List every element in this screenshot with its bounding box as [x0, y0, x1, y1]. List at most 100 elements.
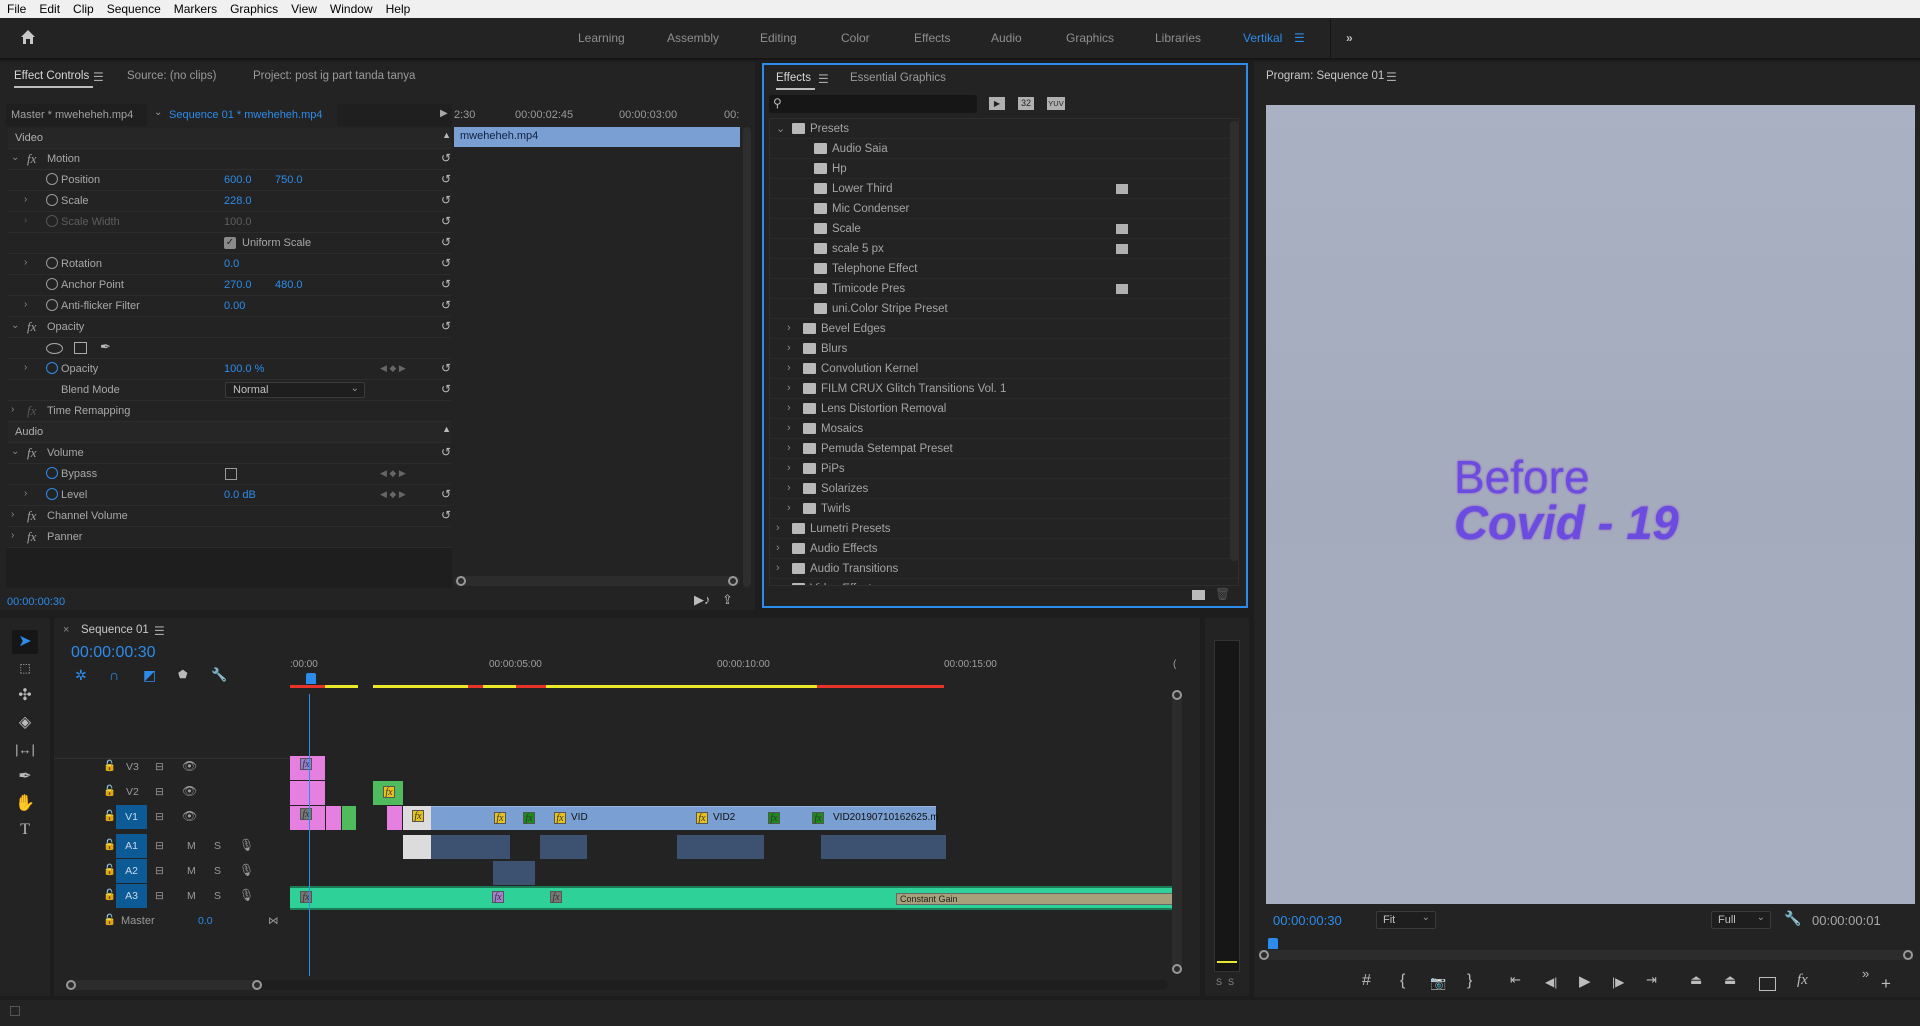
more-controls-icon[interactable]: » [1862, 966, 1869, 981]
add-button-icon[interactable]: + [1881, 974, 1891, 994]
close-tab-icon[interactable]: × [63, 624, 69, 636]
stopwatch-icon[interactable] [46, 488, 58, 500]
selection-tool-icon[interactable]: ➤ [12, 630, 38, 654]
position-y-value[interactable]: 750.0 [275, 174, 303, 186]
fx-icon[interactable]: fx [27, 508, 36, 524]
keyframe-nav-icon[interactable]: ◀ ◆ ▶ [380, 363, 406, 374]
effects-tree-item[interactable]: › Lumetri Presets [770, 519, 1238, 539]
track-target-a2[interactable]: A2 [116, 859, 147, 883]
vertical-scrollbar[interactable] [743, 127, 751, 587]
keyframe-nav-icon[interactable]: ◀ ◆ ▶ [380, 468, 406, 479]
chevron-right-icon[interactable]: › [787, 382, 791, 394]
hand-tool-icon[interactable]: ✋ [12, 792, 38, 816]
workspace-learning[interactable]: Learning [578, 31, 625, 45]
menu-file[interactable]: File [0, 2, 32, 16]
keyframe-nav-icon[interactable]: ◀ ◆ ▶ [380, 489, 406, 500]
mute-button[interactable]: M [187, 840, 196, 852]
rectangle-mask-icon[interactable] [74, 342, 87, 354]
clip-v2-pink[interactable] [310, 781, 325, 805]
effects-tree-item[interactable]: Telephone Effect [770, 259, 1238, 279]
menu-view[interactable]: View [284, 2, 323, 16]
tab-effect-controls[interactable]: Effect Controls [14, 70, 94, 88]
program-scrub-bar[interactable] [1259, 950, 1913, 960]
track-area[interactable]: fx fx fx fx fx fx fx VID fx VID2 fx fx V… [290, 755, 1174, 977]
collapse-tracks-icon[interactable]: ⋈ [268, 915, 279, 927]
mark-in-icon[interactable]: { [1400, 972, 1405, 990]
effects-tree-item[interactable]: › Solarizes [770, 479, 1238, 499]
effects-tree-item[interactable]: › PiPs [770, 459, 1238, 479]
menu-window[interactable]: Window [323, 2, 379, 16]
clip-v2-green[interactable]: fx [373, 781, 403, 805]
effects-tree-item[interactable]: Scale [770, 219, 1238, 239]
master-volume-value[interactable]: 0.0 [198, 915, 213, 927]
timeline-horizontal-scrollbar[interactable] [66, 980, 1168, 990]
more-workspaces-icon[interactable]: » [1346, 31, 1353, 45]
chevron-down-icon[interactable]: ⌄ [776, 122, 785, 135]
stopwatch-icon[interactable] [46, 257, 58, 269]
pen-mask-icon[interactable]: ✒ [100, 339, 111, 355]
panel-menu-icon[interactable]: ☰ [154, 624, 165, 638]
volume-effect[interactable]: ⌄ fx Volume ↺ [8, 443, 451, 464]
mini-timeline-ruler[interactable]: 2:30 00:00:02:45 00:00:03:00 00: [454, 104, 740, 126]
level-value[interactable]: 0.0 dB [224, 489, 256, 501]
track-select-tool-icon[interactable]: ⬚ [12, 656, 38, 680]
reset-icon[interactable]: ↺ [441, 172, 451, 186]
add-marker-icon[interactable]: ⬟ [178, 668, 188, 681]
workspace-color[interactable]: Color [841, 31, 870, 45]
reset-icon[interactable]: ↺ [441, 487, 451, 501]
panel-menu-icon[interactable]: ☰ [1386, 70, 1397, 84]
step-forward-icon[interactable]: |▶ [1612, 975, 1624, 989]
effects-tree-item[interactable]: Timicode Pres [770, 279, 1238, 299]
sync-lock-icon[interactable]: ⊟ [155, 865, 164, 877]
ellipse-mask-icon[interactable] [46, 343, 63, 354]
position-x-value[interactable]: 600.0 [224, 174, 252, 186]
microphone-icon[interactable]: 🎙 [239, 888, 254, 902]
reset-icon[interactable]: ↺ [441, 298, 451, 312]
sync-lock-icon[interactable]: ⊟ [155, 890, 164, 902]
stopwatch-icon[interactable] [46, 278, 58, 290]
track-target-a1[interactable]: A1 [116, 834, 147, 858]
chevron-right-icon[interactable]: › [787, 482, 791, 494]
bypass-checkbox[interactable] [225, 468, 237, 480]
chevron-right-icon[interactable]: › [776, 522, 780, 534]
reset-icon[interactable]: ↺ [441, 508, 451, 522]
reset-icon[interactable]: ↺ [441, 256, 451, 270]
clip-v1-pink[interactable]: fx [290, 806, 325, 830]
rotation-value[interactable]: 0.0 [224, 258, 239, 270]
stopwatch-icon[interactable] [46, 362, 58, 374]
clip-a1-audio[interactable] [431, 835, 510, 859]
effects-tree-item[interactable]: Mic Condenser [770, 199, 1238, 219]
wrench-icon[interactable]: 🔧 [1784, 910, 1801, 927]
chevron-right-icon[interactable]: › [776, 542, 780, 554]
clip-a1-audio[interactable] [821, 835, 946, 859]
timeline-vertical-scrollbar[interactable] [1172, 690, 1182, 974]
menu-edit[interactable]: Edit [32, 2, 66, 16]
sync-lock-icon[interactable]: ⊟ [155, 840, 164, 852]
razor-tool-icon[interactable]: ◈ [12, 711, 38, 735]
program-monitor-title[interactable]: Program: Sequence 01 [1266, 70, 1384, 82]
microphone-icon[interactable]: 🎙 [239, 863, 254, 877]
menu-graphics[interactable]: Graphics [223, 2, 284, 16]
sync-lock-icon[interactable]: ⊟ [155, 786, 164, 798]
effects-tree-item[interactable]: › Blurs [770, 339, 1238, 359]
workspace-audio[interactable]: Audio [991, 31, 1022, 45]
lock-icon[interactable]: 🔓 [103, 888, 116, 901]
anti-flicker-value[interactable]: 0.00 [224, 300, 245, 312]
chevron-right-icon[interactable]: › [787, 362, 791, 374]
workspace-editing[interactable]: Editing [760, 31, 797, 45]
extract-icon[interactable]: ⏏ [1724, 972, 1736, 988]
solo-button[interactable]: S [214, 840, 221, 852]
timeline-ruler[interactable]: :00:00 00:00:05:00 00:00:10:00 00:00:15:… [290, 656, 1176, 690]
effects-scrollbar[interactable] [1230, 121, 1239, 561]
ripple-edit-tool-icon[interactable]: ✣ [12, 684, 38, 708]
solo-button[interactable]: S [214, 865, 221, 877]
snap-icon[interactable]: ∩ [109, 667, 119, 683]
constant-gain-transition[interactable]: Constant Gain [896, 893, 1174, 905]
reset-icon[interactable]: ↺ [441, 382, 451, 396]
microphone-icon[interactable]: 🎙 [239, 838, 254, 852]
stopwatch-icon[interactable] [46, 299, 58, 311]
eye-icon[interactable]: 👁 [182, 759, 197, 773]
menu-help[interactable]: Help [379, 2, 417, 16]
clip-v1-video-sequence[interactable]: fx fx fx VID fx VID2 fx fx VID2019071016… [431, 806, 939, 830]
stopwatch-icon[interactable] [46, 194, 58, 206]
